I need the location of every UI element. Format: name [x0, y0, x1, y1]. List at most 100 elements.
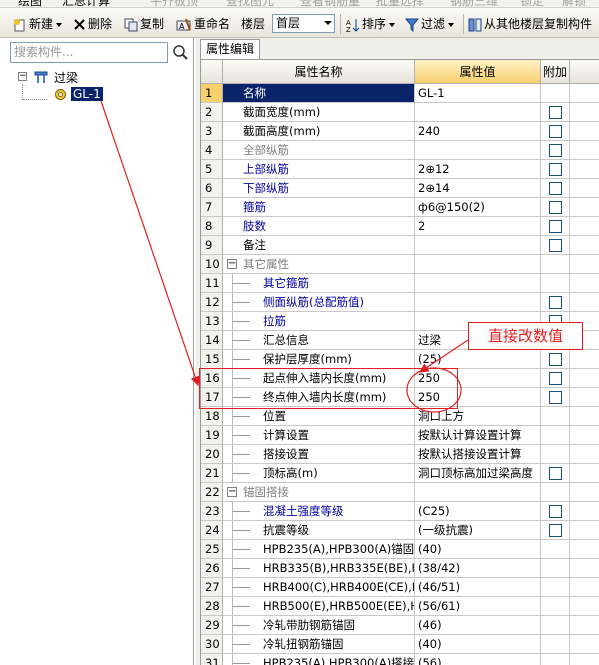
property-value[interactable]: (56/61) [415, 597, 541, 616]
property-value[interactable] [415, 274, 541, 293]
extra-checkbox[interactable] [549, 353, 562, 366]
property-value[interactable]: (38/42) [415, 559, 541, 578]
property-row[interactable]: 11 其它箍筋 [201, 274, 599, 293]
extra-checkbox[interactable] [549, 372, 562, 385]
property-value[interactable]: 240 [415, 122, 541, 141]
property-value[interactable] [415, 483, 541, 502]
property-value[interactable]: (C25) [415, 502, 541, 521]
tree-node-lintel[interactable]: 过梁 [54, 69, 78, 86]
property-row[interactable]: 25 HPB235(A),HPB300(A)锚固 (40) [201, 540, 599, 559]
property-value[interactable]: 2⊕14 [415, 179, 541, 198]
extra-checkbox[interactable] [549, 125, 562, 138]
extra-checkbox[interactable] [549, 106, 562, 119]
property-row[interactable]: 4 全部纵筋 [201, 141, 599, 160]
extra-checkbox[interactable] [549, 467, 562, 480]
extra-checkbox[interactable] [549, 239, 562, 252]
property-row[interactable]: 1 名称 GL-1 [201, 84, 599, 103]
property-value[interactable]: 洞口顶标高加过梁高度 [415, 464, 541, 483]
property-value[interactable]: (40) [415, 540, 541, 559]
property-value[interactable]: 按默认计算设置计算 [415, 426, 541, 445]
property-row[interactable]: 3 截面高度(mm) 240 [201, 122, 599, 141]
extra-checkbox[interactable] [549, 182, 562, 195]
property-value[interactable]: 按默认搭接设置计算 [415, 445, 541, 464]
property-row[interactable]: 28 HRB500(E),HRB500E(EE),HRBF(56/61) [201, 597, 599, 616]
menu-item-unlock[interactable]: 解锁 [562, 0, 586, 7]
property-value[interactable] [415, 141, 541, 160]
property-row[interactable]: 30 冷轧扭钢筋锚固 (40) [201, 635, 599, 654]
property-value[interactable]: 洞口上方 [415, 407, 541, 426]
tab-property-edit[interactable]: 属性编辑 [200, 39, 260, 59]
property-row[interactable]: 15 保护层厚度(mm) (25) [201, 350, 599, 369]
property-row[interactable]: 27 HRB400(C),HRB400E(CE),HRBF(46/51) [201, 578, 599, 597]
floor-select[interactable]: 首层 [272, 14, 335, 33]
property-value[interactable]: GL-1 [415, 84, 541, 103]
property-value[interactable] [415, 255, 541, 274]
property-value[interactable]: (56) [415, 654, 541, 665]
extra-checkbox[interactable] [549, 163, 562, 176]
property-row[interactable]: 24 抗震等级 (一级抗震) [201, 521, 599, 540]
property-row[interactable]: 2 截面宽度(mm) [201, 103, 599, 122]
extra-checkbox[interactable] [549, 391, 562, 404]
extra-checkbox[interactable] [549, 296, 562, 309]
menu-item-view-rebar[interactable]: 查看钢筋量 [300, 0, 360, 7]
menu-item-align-top[interactable]: 平齐板顶 [150, 0, 198, 7]
grid-header-value[interactable]: 属性值 [415, 60, 541, 84]
property-row[interactable]: 29 冷轧带肋钢筋锚固 (46) [201, 616, 599, 635]
property-row[interactable]: 10− 其它属性 [201, 255, 599, 274]
extra-checkbox[interactable] [549, 201, 562, 214]
menu-item-rebar-3d[interactable]: 钢筋三维 [450, 0, 498, 7]
property-row[interactable]: 7 箍筋 ф6@150(2) [201, 198, 599, 217]
property-row[interactable]: 9 备注 [201, 236, 599, 255]
search-button[interactable] [170, 42, 190, 63]
property-value[interactable]: 2⊕12 [415, 160, 541, 179]
tree-connector [232, 587, 250, 588]
property-value[interactable]: (25) [415, 350, 541, 369]
property-row[interactable]: 12 侧面纵筋(总配筋值) [201, 293, 599, 312]
grid-header-name[interactable]: 属性名称 [223, 60, 415, 84]
property-value[interactable]: (40) [415, 635, 541, 654]
new-button[interactable]: 新建 [13, 15, 63, 33]
menu-item-lock[interactable]: 锁定 [520, 0, 544, 7]
menu-item-draw[interactable]: 绘图 [18, 0, 42, 7]
filter-button[interactable]: 过滤 [405, 15, 455, 33]
property-row[interactable]: 18 位置 洞口上方 [201, 407, 599, 426]
property-row[interactable]: 21 顶标高(m) 洞口顶标高加过梁高度 [201, 464, 599, 483]
grid-header-extra[interactable]: 附加 [541, 60, 570, 84]
property-value[interactable]: (46) [415, 616, 541, 635]
copy-from-floor-button[interactable]: 从其他楼层复制构件 [468, 15, 592, 33]
copy-button[interactable]: 复制 [124, 15, 164, 33]
property-value[interactable] [415, 103, 541, 122]
property-value[interactable]: ф6@150(2) [415, 198, 541, 217]
menu-item-find[interactable]: 查找图元 [226, 0, 274, 7]
property-row[interactable]: 5 上部纵筋 2⊕12 [201, 160, 599, 179]
property-value[interactable]: (一级抗震) [415, 521, 541, 540]
extra-checkbox[interactable] [549, 524, 562, 537]
extra-checkbox[interactable] [549, 220, 562, 233]
property-value[interactable]: 2 [415, 217, 541, 236]
property-row[interactable]: 26 HRB335(B),HRB335E(BE),HRBF(38/42) [201, 559, 599, 578]
property-value[interactable] [415, 293, 541, 312]
property-row[interactable]: 20 搭接设置 按默认搭接设置计算 [201, 445, 599, 464]
property-value[interactable] [415, 236, 541, 255]
property-row[interactable]: 6 下部纵筋 2⊕14 [201, 179, 599, 198]
rename-button[interactable]: A 重命名 [176, 15, 230, 33]
property-row[interactable]: 22− 锚固搭接 [201, 483, 599, 502]
group-collapse-toggle[interactable]: − [227, 487, 237, 497]
tree-collapse-toggle[interactable]: − [18, 72, 27, 81]
group-collapse-toggle[interactable]: − [227, 259, 237, 269]
tree-node-gl-1[interactable]: GL-1 [71, 87, 103, 101]
property-name-label: 顶标高(m) [263, 466, 318, 480]
menu-item-batch-select[interactable]: 批量选择 [376, 0, 424, 7]
property-row[interactable]: 19 计算设置 按默认计算设置计算 [201, 426, 599, 445]
menu-item-summary[interactable]: 汇总计算 [62, 0, 110, 7]
property-row[interactable]: 23 混凝土强度等级 (C25) [201, 502, 599, 521]
property-row[interactable]: 31 HPB235(A),HPB300(A)搭接 (56) [201, 654, 599, 665]
property-value[interactable]: (46/51) [415, 578, 541, 597]
extra-checkbox[interactable] [549, 505, 562, 518]
property-row[interactable]: 8 肢数 2 [201, 217, 599, 236]
search-input[interactable]: 搜索构件... [10, 42, 168, 63]
delete-button[interactable]: 删除 [73, 15, 112, 33]
filler-cell [570, 464, 599, 483]
extra-checkbox[interactable] [549, 144, 562, 157]
sort-button[interactable]: A Z 排序 [346, 15, 396, 33]
